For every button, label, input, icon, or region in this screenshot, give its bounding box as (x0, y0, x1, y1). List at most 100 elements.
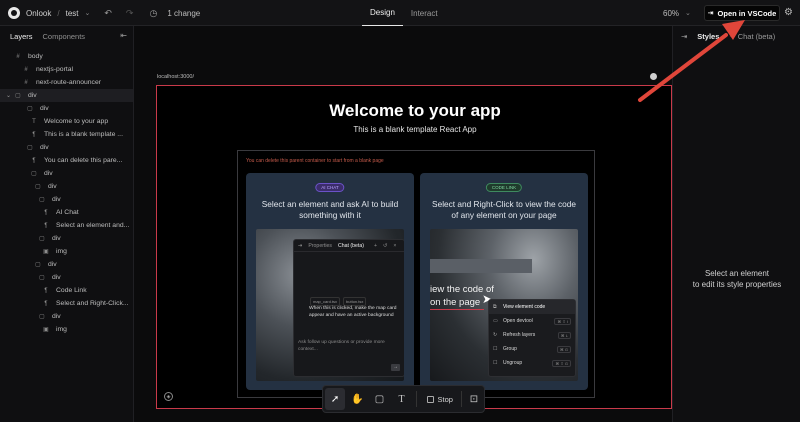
selection-underline (430, 309, 484, 310)
onlook-badge-icon[interactable]: ◈ (164, 392, 173, 401)
tab-interact[interactable]: Interact (403, 0, 446, 26)
ai-chat-description[interactable]: Select an element and ask AI to build so… (256, 199, 404, 221)
history-icon[interactable]: ◷ (149, 8, 157, 19)
stop-label: Stop (437, 394, 453, 404)
layers-panel: Layers Components ⇤ # body # nextjs-portal #… (0, 26, 134, 422)
tab-layers[interactable]: Layers (10, 32, 33, 41)
layer-row[interactable]: ¶ Code Link (0, 284, 133, 297)
zoom-control[interactable]: 60% ⌄ (663, 0, 691, 26)
change-count[interactable]: 1 change (167, 9, 200, 18)
text-tool-icon[interactable]: T (392, 388, 412, 410)
onlook-logo-icon[interactable] (8, 7, 20, 19)
layer-type-icon: ▢ (39, 197, 45, 203)
tab-styles[interactable]: Styles (697, 32, 719, 41)
canvas[interactable]: localhost:3000/ Welcome to your app This… (134, 26, 672, 422)
open-in-vscode-button[interactable]: ⇥ Open in VSCode (704, 5, 780, 21)
chat-mock-tabs: ⇥ Properties Chat (beta) + ↺ × (294, 240, 404, 252)
collapse-panel-icon[interactable]: ⇤ (120, 31, 127, 40)
mode-tabs: Design Interact (362, 0, 446, 26)
layer-row[interactable]: ¶ This is a blank template ... (0, 128, 133, 141)
layer-label: img (56, 326, 67, 333)
layer-row[interactable]: # next-route-announcer (0, 76, 133, 89)
avatar[interactable] (650, 73, 657, 80)
layer-label: div (40, 105, 49, 112)
page-title[interactable]: Welcome to your app (157, 101, 671, 121)
code-link-description[interactable]: Select and Right-Click to view the code … (430, 199, 578, 221)
layer-row[interactable]: ▢ div (0, 310, 133, 323)
layer-row[interactable]: ▢ div (0, 258, 133, 271)
layer-type-icon: ▢ (15, 93, 21, 99)
page-subtitle[interactable]: This is a blank template React App (157, 125, 671, 134)
layer-row[interactable]: ▢ div (0, 167, 133, 180)
ai-chat-image[interactable]: ⇥ Properties Chat (beta) + ↺ × map_card.… (256, 229, 404, 381)
layer-label: div (44, 170, 53, 177)
ai-chat-card[interactable]: AI CHAT Select an element and ask AI to … (246, 173, 414, 390)
style-empty-state: Select an element to edit its style prop… (673, 268, 800, 290)
layer-row[interactable]: # body (0, 50, 133, 63)
rectangle-tool-icon[interactable]: ▢ (369, 388, 389, 410)
project-name[interactable]: test (66, 9, 79, 18)
layer-row[interactable]: ▢ div (0, 193, 133, 206)
stop-button[interactable]: Stop (423, 388, 457, 410)
layer-label: nextjs-portal (36, 66, 74, 73)
ai-chat-badge: AI CHAT (315, 183, 345, 192)
menu-item-icon: ↻ (493, 332, 498, 338)
undo-icon[interactable]: ↶ (104, 8, 112, 19)
layer-type-icon: # (24, 66, 28, 73)
layer-row[interactable]: ▢ div (0, 180, 133, 193)
layer-row[interactable]: ¶ AI Chat (0, 206, 133, 219)
brand-name[interactable]: Onlook (26, 9, 51, 18)
tab-design[interactable]: Design (362, 0, 403, 26)
layer-label: div (52, 196, 61, 203)
layer-label: AI Chat (56, 209, 79, 216)
layer-label: Select and Right-Click... (56, 300, 129, 307)
layer-tree: # body # nextjs-portal # next-route-announcer… (0, 50, 133, 336)
layer-type-icon: ▣ (43, 249, 49, 255)
layer-label: Code Link (56, 287, 87, 294)
menu-item-label: Group (503, 346, 517, 352)
layer-row[interactable]: ¶ You can delete this pare... (0, 154, 133, 167)
tab-components[interactable]: Components (43, 32, 86, 41)
code-link-badge: CODE LINK (485, 183, 523, 192)
parent-container[interactable]: You can delete this parent container to … (237, 150, 595, 398)
select-tool-icon[interactable]: ➚ (325, 388, 346, 410)
layer-type-icon: ▢ (39, 236, 45, 242)
shortcut-hint: ⌘ L (557, 331, 571, 339)
frame-url[interactable]: localhost:3000/ (157, 74, 194, 80)
code-link-card[interactable]: CODE LINK Select and Right-Click to view… (420, 173, 588, 390)
layer-row[interactable]: ▢ div (0, 102, 133, 115)
tab-chat[interactable]: Chat (beta) (738, 32, 776, 41)
canvas-toolbar: ➚ ✋ ▢ T Stop ⊡ (322, 385, 485, 413)
context-menu-item: ⧉ View element code (489, 300, 575, 314)
layer-row[interactable]: ¶ Select and Right-Click... (0, 297, 133, 310)
layer-row[interactable]: # nextjs-portal (0, 63, 133, 76)
layer-row[interactable]: ▢ div (0, 271, 133, 284)
redo-icon[interactable]: ↷ (126, 8, 134, 19)
chevron-down-icon[interactable]: ⌄ (85, 9, 91, 17)
terminal-icon[interactable]: ⊡ (464, 388, 484, 410)
layer-row[interactable]: ▣ img (0, 245, 133, 258)
panel-toggle-icon[interactable]: ⇥ (681, 32, 687, 41)
layer-row[interactable]: ⌄ ▢ div (0, 89, 133, 102)
layer-label: You can delete this pare... (44, 157, 123, 164)
layer-type-icon: ▢ (39, 275, 45, 281)
chat-mock-panel: ⇥ Properties Chat (beta) + ↺ × map_card.… (293, 239, 404, 377)
gear-icon[interactable]: ⚙ (784, 7, 793, 18)
context-menu-item: ☐ Ungroup ⌘ ⇧ G (489, 356, 575, 370)
top-bar: Onlook / test ⌄ ↶ ↷ ◷ 1 change Design In… (0, 0, 800, 26)
layer-row[interactable]: T Welcome to your app (0, 115, 133, 128)
stop-icon (426, 395, 434, 403)
pan-hand-icon[interactable]: ✋ (347, 388, 367, 410)
app-frame[interactable]: Welcome to your app This is a blank temp… (156, 85, 672, 409)
shortcut-hint: ⌘ ⇧ G (552, 359, 571, 367)
container-note[interactable]: You can delete this parent container to … (246, 158, 384, 164)
layer-row[interactable]: ¶ Select an element and... (0, 219, 133, 232)
layer-row[interactable]: ▢ div (0, 232, 133, 245)
sparkle-icon: ✧ (729, 31, 736, 41)
chat-tab-chat: Chat (beta) (338, 242, 364, 249)
layer-type-icon: # (24, 79, 28, 86)
chevron-down-icon[interactable]: ⌄ (6, 92, 11, 99)
layer-row[interactable]: ▣ img (0, 323, 133, 336)
layer-row[interactable]: ▢ div (0, 141, 133, 154)
code-link-image[interactable]: iew the code of on the page ➤ ⧉ View elem… (430, 229, 578, 381)
